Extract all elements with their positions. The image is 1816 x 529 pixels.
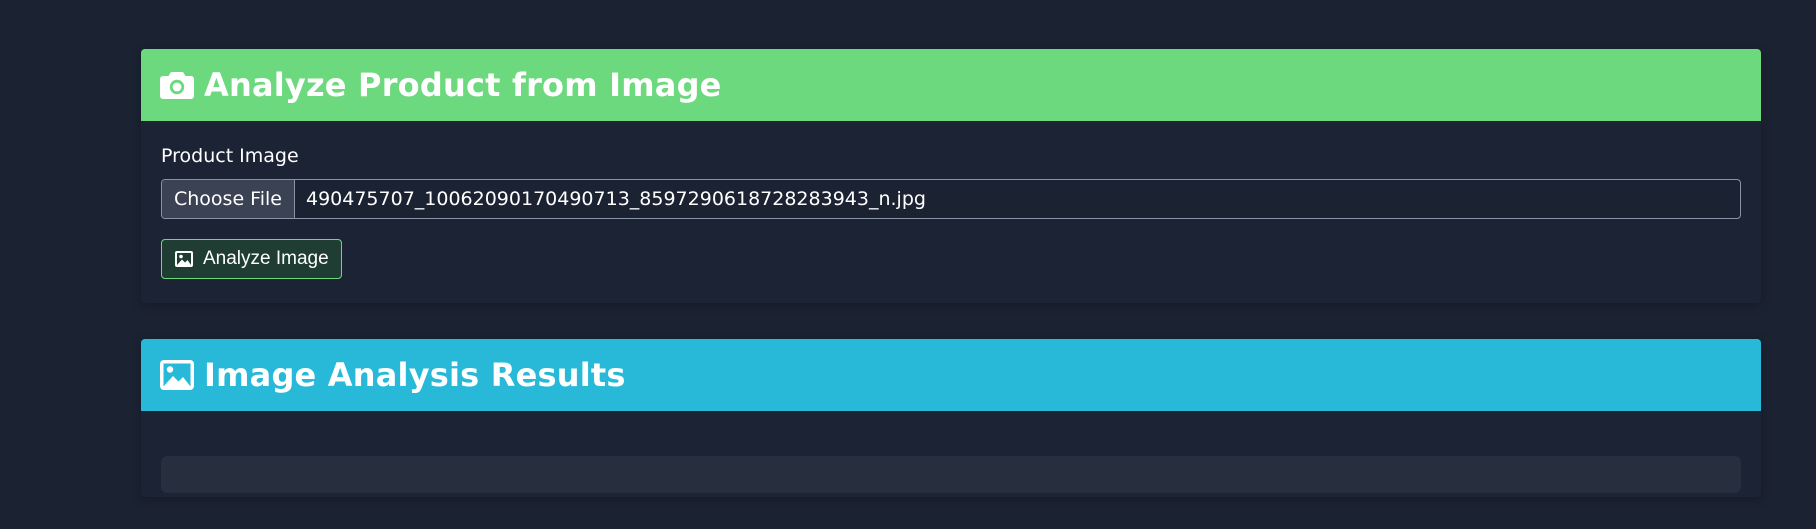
analyze-image-button-label: Analyze Image <box>203 248 329 269</box>
results-output-box <box>161 456 1741 493</box>
product-image-file-input[interactable]: Choose File 490475707_10062090170490713_… <box>161 179 1741 219</box>
image-icon <box>159 357 195 393</box>
analyze-image-card-body: Product Image Choose File 490475707_1006… <box>141 121 1761 279</box>
product-image-label: Product Image <box>161 145 299 167</box>
image-analysis-results-title: Image Analysis Results <box>204 356 626 394</box>
analyze-image-card-header: Analyze Product from Image <box>141 49 1761 121</box>
selected-file-name: 490475707_10062090170490713_859729061872… <box>305 188 926 210</box>
image-analysis-results-card: Image Analysis Results <box>141 339 1761 497</box>
analyze-image-card: Analyze Product from Image Product Image… <box>141 49 1761 303</box>
choose-file-button[interactable]: Choose File <box>162 180 295 218</box>
image-icon <box>174 249 194 269</box>
image-analysis-results-body <box>141 411 1761 493</box>
analyze-image-button[interactable]: Analyze Image <box>161 239 342 279</box>
analyze-image-card-title: Analyze Product from Image <box>204 66 722 104</box>
image-analysis-results-header: Image Analysis Results <box>141 339 1761 411</box>
page: Analyze Product from Image Product Image… <box>0 0 1816 529</box>
camera-icon <box>159 67 195 103</box>
